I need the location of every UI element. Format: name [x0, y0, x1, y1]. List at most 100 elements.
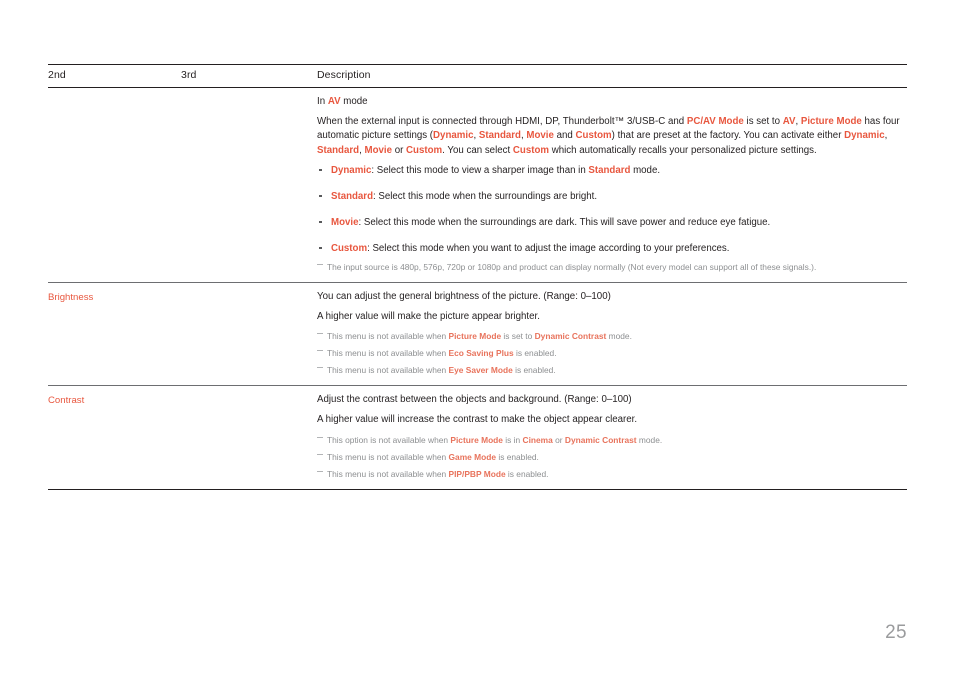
highlighted-term: Standard — [331, 190, 373, 202]
text-run: In — [317, 96, 328, 107]
highlighted-term: Picture Mode — [450, 434, 503, 445]
text-run: This menu is not available when — [327, 365, 449, 376]
note-list: The input source is 480p, 576p, 720p or … — [317, 261, 907, 273]
note-list: This menu is not available when Picture … — [317, 330, 907, 376]
note-item: This menu is not available when Picture … — [317, 330, 907, 342]
note-item: This menu is not available when Eye Save… — [317, 364, 907, 376]
text-run: : Select this mode when the surroundings… — [358, 216, 771, 228]
highlighted-term: Movie — [331, 216, 359, 228]
note-dash-icon — [317, 367, 323, 369]
text-run: A higher value will increase the contras… — [317, 414, 638, 426]
column-header-description: Description — [317, 69, 371, 81]
highlighted-term: Standard — [317, 144, 360, 156]
note-item: This option is not available when Pictur… — [317, 434, 907, 446]
note-dash-icon — [317, 263, 323, 265]
table-header-row: 2nd 3rd Description — [48, 65, 907, 87]
highlighted-term: Dynamic — [433, 130, 474, 142]
text-run: is enabled. — [505, 468, 549, 479]
column-header-2nd: 2nd — [48, 69, 66, 81]
bullet-item: Movie: Select this mode when the surroun… — [317, 216, 907, 230]
page-number: 25 — [885, 622, 907, 643]
note-dash-icon — [317, 453, 323, 455]
text-run: The input source is 480p, 576p, 720p or … — [327, 261, 817, 272]
note-dash-icon — [317, 350, 323, 352]
text-run: , — [884, 130, 888, 142]
note-dash-icon — [317, 470, 323, 472]
paragraph-brightness-range: You can adjust the general brightness of… — [317, 290, 907, 304]
document-page: 2nd 3rd Description In AV mode When the e… — [0, 0, 954, 675]
bullet-item: Dynamic: Select this mode to view a shar… — [317, 164, 907, 178]
text-run: or — [552, 434, 565, 445]
highlighted-term: Custom — [512, 144, 550, 156]
highlighted-term: Picture Mode — [448, 331, 502, 342]
highlighted-term: Custom — [406, 144, 443, 156]
highlighted-term: Eco Saving Plus — [448, 348, 514, 359]
highlighted-term: AV — [327, 96, 341, 107]
text-run: Adjust the contrast between the objects … — [317, 394, 632, 406]
text-run: : Select this mode to view a sharper ima… — [371, 164, 589, 176]
text-run: This menu is not available when — [327, 468, 449, 479]
text-run: This option is not available when — [327, 434, 451, 445]
description-cell: Adjust the contrast between the objects … — [317, 393, 907, 479]
text-run: mode. — [630, 164, 661, 176]
text-run: This menu is not available when — [327, 348, 449, 359]
text-run: mode. — [636, 434, 663, 445]
highlighted-term: Cinema — [522, 434, 553, 445]
paragraph-contrast-body: A higher value will increase the contras… — [317, 413, 907, 427]
note-list: This option is not available when Pictur… — [317, 434, 907, 480]
text-run: and — [553, 130, 576, 142]
text-run: . You can select — [442, 144, 513, 156]
highlighted-term: PIP/PBP Mode — [448, 468, 506, 479]
text-run: : Select this mode when the surroundings… — [373, 190, 598, 202]
settings-description-table: 2nd 3rd Description In AV mode When the e… — [48, 64, 907, 490]
paragraph-av-mode-body: When the external input is connected thr… — [317, 115, 907, 158]
bullet-item: Custom: Select this mode when you want t… — [317, 242, 907, 256]
text-run: which automatically recalls your persona… — [549, 144, 817, 156]
text-run: is enabled. — [496, 451, 539, 462]
text-run: A higher value will make the picture app… — [317, 311, 540, 323]
note-item: This menu is not available when Eco Savi… — [317, 347, 907, 359]
paragraph-av-mode-heading: In AV mode — [317, 95, 907, 109]
table-body: In AV mode When the external input is con… — [48, 88, 907, 489]
note-dash-icon — [317, 333, 323, 335]
highlighted-term: AV — [782, 116, 796, 128]
text-run: or — [392, 144, 407, 156]
text-run: mode — [340, 96, 368, 107]
text-run: is in — [502, 434, 523, 445]
highlighted-term: Dynamic Contrast — [534, 331, 607, 342]
table-row: Brightness You can adjust the general bri… — [48, 283, 907, 385]
highlighted-term: Dynamic — [844, 130, 885, 142]
bullet-dot-icon — [319, 246, 322, 250]
text-run: is enabled. — [512, 365, 556, 376]
paragraph-contrast-range: Adjust the contrast between the objects … — [317, 393, 907, 407]
paragraph-brightness-body: A higher value will make the picture app… — [317, 310, 907, 324]
text-run: This menu is not available when — [327, 451, 449, 462]
text-run: When the external input is connected thr… — [317, 116, 687, 128]
table-row: In AV mode When the external input is con… — [48, 88, 907, 282]
column-header-3rd: 3rd — [181, 69, 197, 81]
note-item: This menu is not available when PIP/PBP … — [317, 468, 907, 480]
bullet-dot-icon — [319, 194, 322, 198]
text-run: ) that are preset at the factory. You ca… — [611, 130, 845, 142]
description-cell: In AV mode When the external input is con… — [317, 95, 907, 273]
text-run: is set to — [743, 116, 783, 128]
bullet-item: Standard: Select this mode when the surr… — [317, 190, 907, 204]
highlighted-term: Picture Mode — [800, 116, 862, 128]
highlighted-term: Movie — [526, 130, 554, 142]
text-run: is enabled. — [513, 348, 557, 359]
bullet-list: Dynamic: Select this mode to view a shar… — [317, 164, 907, 256]
highlighted-term: Dynamic Contrast — [564, 434, 637, 445]
highlighted-term: Dynamic — [331, 164, 372, 176]
note-dash-icon — [317, 436, 323, 438]
setting-name-contrast: Contrast — [48, 395, 85, 407]
note-item: This menu is not available when Game Mod… — [317, 451, 907, 463]
text-run: This menu is not available when — [327, 331, 449, 342]
highlighted-term: Eye Saver Mode — [448, 365, 513, 376]
table-bottom-rule — [48, 488, 907, 490]
bullet-dot-icon — [319, 168, 322, 172]
description-cell: You can adjust the general brightness of… — [317, 290, 907, 376]
highlighted-term: Standard — [478, 130, 521, 142]
bullet-dot-icon — [319, 220, 322, 224]
highlighted-term: Standard — [588, 164, 631, 176]
text-run: is set to — [501, 331, 535, 342]
